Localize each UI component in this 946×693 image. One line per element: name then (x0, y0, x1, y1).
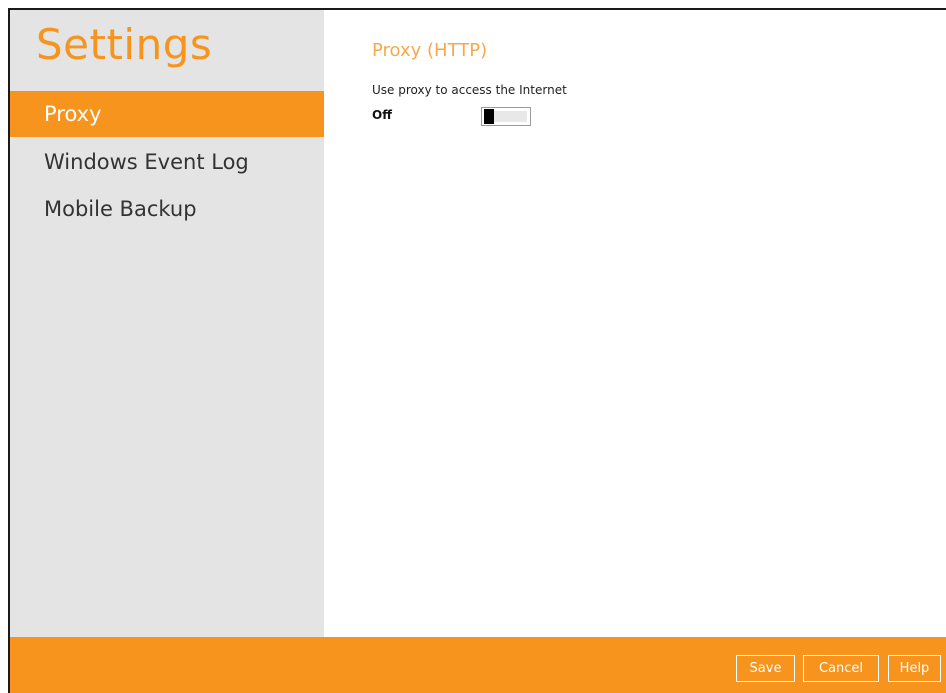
toggle-knob[interactable] (484, 109, 494, 124)
proxy-toggle[interactable] (481, 107, 531, 126)
proxy-state-label: Off (372, 108, 392, 122)
section-title: Proxy (HTTP) (372, 40, 488, 61)
save-button[interactable]: Save (736, 655, 795, 682)
cancel-button[interactable]: Cancel (803, 655, 879, 682)
proxy-setting-label: Use proxy to access the Internet (372, 83, 567, 97)
page-title: Settings (36, 20, 213, 69)
main-panel (324, 10, 946, 637)
sidebar-item-windows-event-log[interactable]: Windows Event Log (10, 139, 324, 185)
sidebar-item-mobile-backup[interactable]: Mobile Backup (10, 186, 324, 232)
sidebar-item-proxy[interactable]: Proxy (10, 91, 324, 137)
settings-window: Settings Proxy Windows Event Log Mobile … (0, 0, 946, 693)
toggle-track (494, 111, 527, 122)
help-button[interactable]: Help (888, 655, 941, 682)
